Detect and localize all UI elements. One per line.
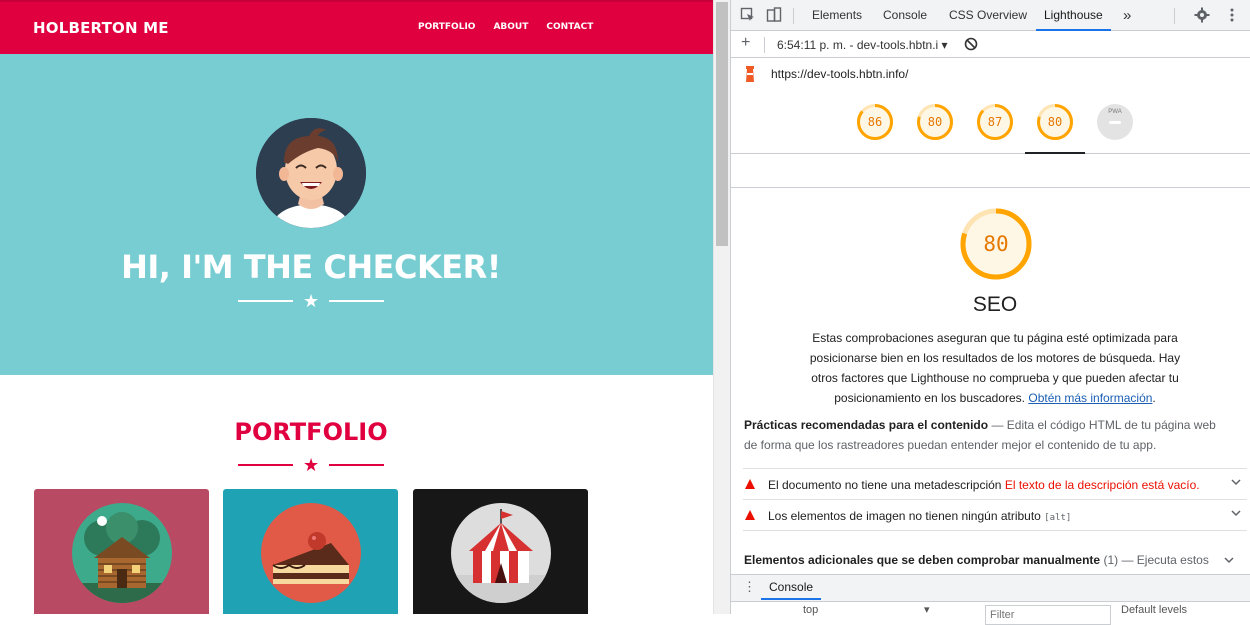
audit-code: [alt] [1044,513,1072,523]
portfolio-title: PORTFOLIO [234,418,388,446]
audit-label: El documento no tiene una metadescripció… [768,478,1002,492]
site-navbar: HOLBERTON ME PORTFOLIO ABOUT CONTACT [0,0,713,54]
pwa-label: PWA [1108,109,1122,115]
nav-link-portfolio[interactable]: PORTFOLIO [418,22,475,32]
site-brand[interactable]: HOLBERTON ME [33,19,169,37]
audit-text: El documento no tiene una metadescripció… [768,478,1200,492]
hero-divider: ★ [238,291,385,311]
drawer-tab-console[interactable]: Console [761,575,822,600]
site-nav-links: PORTFOLIO ABOUT CONTACT [418,22,593,32]
gauge-score: 80 [927,115,943,129]
content-practices-group: Prácticas recomendadas para el contenido… [744,415,1232,455]
cabin-icon [72,503,172,603]
hero-title: HI, I'M THE CHECKER! [121,248,501,286]
fail-triangle-icon [745,479,755,489]
cake-slice-icon [261,503,361,603]
manual-dash: — [1118,553,1137,567]
audit-detail: El texto de la descripción está vacío. [1004,478,1200,492]
console-drawer: ⋮ Console top ▾ Default levels [731,574,1250,625]
hero-section: HI, I'M THE CHECKER! ★ [0,54,713,375]
star-icon: ★ [303,455,320,475]
learn-more-link[interactable]: Obtén más información [1028,391,1152,405]
seo-category-title: SEO [972,293,1018,316]
lighthouse-toolbar: + 6:54:11 p. m. - dev-tools.hbtn.i ▾ [731,31,1250,58]
portfolio-card-cake[interactable] [223,489,398,614]
circus-tent-icon [451,503,551,603]
toolbar-separator [1174,8,1175,24]
audit-meta-description[interactable]: El documento no tiene una metadescripció… [743,468,1247,499]
divider-line [329,300,385,302]
seo-score: 80 [983,232,1009,256]
tab-lighthouse[interactable]: Lighthouse [1036,0,1111,31]
audit-text: Los elementos de imagen no tienen ningún… [768,509,1071,523]
scrollbar-thumb[interactable] [716,2,728,246]
devtools-tabbar: Elements Console CSS Overview Lighthouse… [731,0,1250,31]
practices-heading: Prácticas recomendadas para el contenido [744,418,989,432]
lighthouse-logo-icon [746,66,754,82]
nav-link-about[interactable]: ABOUT [493,22,528,32]
portfolio-divider: ★ [238,455,385,475]
manual-heading: Elementos adicionales que se deben compr… [744,553,1101,567]
gauge-score: 86 [867,115,883,129]
console-filter-input[interactable] [985,605,1111,625]
accessibility-gauge[interactable]: 80 [916,103,954,141]
manual-checks-group[interactable]: Elementos adicionales que se deben compr… [744,553,1249,567]
report-selector[interactable]: 6:54:11 p. m. - dev-tools.hbtn.i ▾ [777,38,948,52]
divider-line [329,464,385,466]
audit-image-alt[interactable]: Los elementos de imagen no tienen ningún… [743,499,1247,530]
url-menu-icon[interactable]: ⋮ [1245,65,1250,79]
avatar [256,118,366,228]
toolbar-separator [764,37,765,53]
fail-triangle-icon [745,510,755,520]
page-scrollbar[interactable] [713,0,730,614]
seo-description: Estas comprobaciones aseguran que tu pág… [809,328,1181,408]
description-period: . [1152,391,1156,405]
toolbar-separator [793,8,794,24]
seo-gauge[interactable]: 80 [1036,103,1074,141]
device-toolbar-icon[interactable] [766,7,782,23]
seo-score-gauge: 80 [959,207,1033,281]
star-icon: ★ [303,291,320,311]
audit-label: Los elementos de imagen no tienen ningún… [768,509,1041,523]
console-toolbar: top ▾ Default levels [731,601,1250,625]
gauge-score: 80 [1047,115,1063,129]
tab-css-overview[interactable]: CSS Overview [941,0,1035,31]
portfolio-card-circus[interactable] [413,489,588,614]
chevron-down-icon[interactable] [1231,477,1241,487]
audit-divider [743,530,1247,531]
nav-link-contact[interactable]: CONTACT [546,22,593,32]
gear-icon[interactable] [1194,7,1210,23]
report-url[interactable]: https://dev-tools.hbtn.info/ [771,67,908,81]
performance-gauge[interactable]: 86 [856,103,894,141]
context-selector[interactable]: top [803,604,818,616]
practices-dash: — [988,418,1007,432]
clear-reports-icon[interactable] [964,37,978,51]
more-tabs-icon[interactable]: » [1115,0,1139,31]
inspect-element-icon[interactable] [740,7,756,23]
kebab-menu-icon[interactable] [1224,7,1240,23]
report-sticky-header [731,154,1250,188]
pwa-gauge[interactable]: PWA [1096,103,1134,141]
gauge-score: 87 [987,115,1003,129]
chevron-down-icon[interactable] [1231,508,1241,518]
drawer-menu-icon[interactable]: ⋮ [743,579,756,595]
manual-text: Ejecuta estos [1136,553,1209,567]
divider-line [238,300,293,302]
chevron-down-icon[interactable] [1224,555,1234,565]
manual-count: (1) [1103,553,1119,567]
context-dropdown-icon[interactable]: ▾ [924,603,930,616]
divider-line [238,464,293,466]
website-viewport: HOLBERTON ME PORTFOLIO ABOUT CONTACT HI,… [0,0,713,614]
new-report-icon[interactable]: + [741,34,750,52]
best-practices-gauge[interactable]: 87 [976,103,1014,141]
report-selector-label: 6:54:11 p. m. - dev-tools.hbtn.i [777,38,939,52]
portfolio-card-cabin[interactable] [34,489,209,614]
devtools-panel: Elements Console CSS Overview Lighthouse… [730,0,1250,625]
score-gauges: 86 80 87 80 PWA [731,92,1250,154]
tab-console[interactable]: Console [875,0,935,31]
report-url-bar: https://dev-tools.hbtn.info/ ⋮ [731,58,1250,90]
log-levels-selector[interactable]: Default levels [1121,604,1187,616]
tab-elements[interactable]: Elements [804,0,870,31]
